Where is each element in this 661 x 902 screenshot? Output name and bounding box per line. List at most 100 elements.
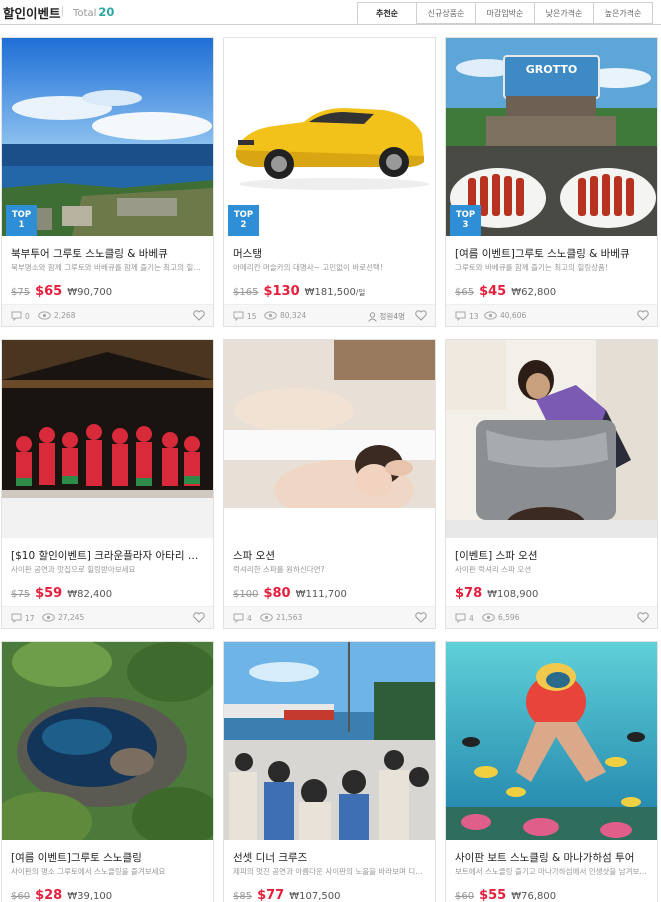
top-badge: TOP 2	[228, 205, 259, 236]
heart-icon[interactable]	[415, 612, 427, 623]
product-name[interactable]: 북부투어 그루토 스노클링 & 바베큐	[11, 246, 207, 261]
spa-photo	[224, 340, 435, 538]
product-card[interactable]: 사이판 보트 스노클링 & 마나가하섬 투어 보트에서 스노클링 즐기고 마나가…	[445, 641, 658, 902]
product-name[interactable]: 선셋 디너 크루즈	[233, 850, 429, 865]
heart-icon[interactable]	[193, 612, 205, 623]
product-name[interactable]: [$10 할인이벤트] 크라운플라자 아타리 디너쇼	[11, 548, 207, 563]
view-count: 80,324	[264, 311, 306, 320]
sale-price: $45	[479, 284, 507, 299]
product-desc: 제피의 멋진 공연과 아름다운 사이판의 노을을 바라보며 디너를	[233, 867, 429, 876]
sort-underline	[0, 24, 661, 25]
comment-icon	[11, 613, 22, 623]
krw-price: ₩82,400	[67, 589, 113, 600]
sort-tab-newest[interactable]: 신규상품순	[416, 2, 476, 24]
price-row: $60 $28 ₩39,100	[11, 888, 112, 902]
sort-tab-high-price[interactable]: 높은가격순	[593, 2, 653, 24]
comment-icon	[11, 311, 22, 321]
sale-price: $59	[35, 586, 63, 601]
product-card[interactable]: TOP 2 머스탱 아메리칸 머슬카의 대명사~ 고민없이 바로선택! $165 …	[223, 37, 436, 327]
sort-tab-low-price[interactable]: 낮은가격순	[534, 2, 594, 24]
badge-label: TOP	[11, 210, 32, 220]
price-row: $85 $77 ₩107,500	[233, 888, 340, 902]
product-card[interactable]: [여름 이벤트]그루토 스노클링 사이판의 명소 그루토에서 스노클링을 즐겨보…	[1, 641, 214, 902]
sale-price: $78	[455, 586, 483, 601]
product-card[interactable]: 스파 오션 럭셔리한 스파를 원하신다면? $100 $80 ₩111,700 …	[223, 339, 436, 629]
product-card[interactable]: TOP 1 북부투어 그루토 스노클링 & 바베큐 북부명소와 함께 그루토와 바…	[1, 37, 214, 327]
product-image[interactable]	[446, 642, 657, 840]
heart-icon[interactable]	[193, 310, 205, 321]
product-name[interactable]: [여름 이벤트]그루토 스노클링	[11, 850, 207, 865]
person-icon	[367, 311, 377, 322]
view-count-text: 27,245	[58, 613, 85, 622]
product-desc: 그루토와 바베큐를 함께 즐기는 최고의 힐링상품!	[455, 263, 608, 272]
comment-count-text: 15	[247, 311, 257, 321]
heart-icon[interactable]	[415, 310, 427, 321]
list-header: 할인이벤트 Total 20 추천순 신규상품순 마감임박순 낮은가격순 높은가격…	[0, 0, 661, 26]
card-footer: 13 40,606	[446, 304, 657, 326]
price-row: $165 $130 ₩181,500 /일	[233, 284, 365, 299]
comment-count: 13	[455, 311, 479, 321]
card-footer: 17 27,245	[2, 606, 213, 628]
product-name[interactable]: [이벤트] 스파 오션	[455, 548, 651, 563]
dinner-show-photo	[2, 340, 213, 538]
card-footer: 4 21,563	[224, 606, 435, 628]
sale-price: $55	[479, 888, 507, 902]
product-image[interactable]: GROTTO TOP 3	[446, 38, 657, 236]
comment-icon	[233, 613, 244, 623]
product-image[interactable]	[224, 642, 435, 840]
total-label: Total	[73, 8, 97, 19]
eye-icon	[42, 613, 55, 622]
badge-number: 2	[240, 220, 247, 230]
comment-icon	[455, 311, 466, 321]
product-name[interactable]: [여름 이벤트]그루토 스노클링 & 바베큐	[455, 246, 651, 261]
product-name[interactable]: 사이판 보트 스노클링 & 마나가하섬 투어	[455, 850, 651, 865]
snorkeling-photo	[446, 642, 657, 840]
product-image[interactable]	[446, 340, 657, 538]
eye-icon	[38, 311, 51, 320]
divider	[62, 6, 63, 17]
sort-tabs: 추천순 신규상품순 마감임박순 낮은가격순 높은가격순	[357, 2, 653, 24]
view-count: 6,596	[482, 613, 519, 622]
krw-price: ₩107,500	[289, 891, 341, 902]
product-card[interactable]: [$10 할인이벤트] 크라운플라자 아타리 디너쇼 사이판 공연과 맛집으로 …	[1, 339, 214, 629]
original-price: $165	[233, 287, 259, 298]
product-image[interactable]: TOP 2	[224, 38, 435, 236]
comment-count: 15	[233, 311, 257, 321]
capacity-text: 정원4명	[379, 312, 405, 321]
krw-price: ₩111,700	[295, 589, 347, 600]
comment-count: 4	[233, 613, 252, 623]
badge-number: 3	[462, 220, 469, 230]
sale-price: $130	[263, 284, 300, 299]
heart-icon[interactable]	[637, 310, 649, 321]
krw-price: ₩181,500	[304, 287, 356, 298]
original-price: $65	[455, 287, 475, 298]
sort-tab-closing-soon[interactable]: 마감임박순	[475, 2, 535, 24]
view-count-text: 40,606	[500, 311, 527, 320]
product-card[interactable]: GROTTO TOP 3 [여름 이벤트]그루토 스노클링 & 바베큐 그루토와 …	[445, 37, 658, 327]
product-name[interactable]: 스파 오션	[233, 548, 429, 563]
comment-count: 0	[11, 311, 30, 321]
krw-price: ₩108,900	[487, 589, 539, 600]
product-card[interactable]: [이벤트] 스파 오션 사이판 럭셔리 스파 오션 $78 ₩108,900 4…	[445, 339, 658, 629]
heart-icon[interactable]	[637, 612, 649, 623]
sort-tab-recommended[interactable]: 추천순	[357, 2, 417, 24]
product-image[interactable]: TOP 1	[2, 38, 213, 236]
comment-count: 4	[455, 613, 474, 623]
price-row: $78 ₩108,900	[455, 586, 538, 601]
view-count-text: 21,563	[276, 613, 303, 622]
price-row: $75 $59 ₩82,400	[11, 586, 112, 601]
sunset-cruise-photo	[224, 642, 435, 840]
comment-count-text: 4	[247, 613, 252, 623]
top-badge: TOP 3	[450, 205, 481, 236]
top-badge: TOP 1	[6, 205, 37, 236]
page-title: 할인이벤트	[3, 6, 61, 21]
product-name[interactable]: 머스탱	[233, 246, 429, 261]
product-image[interactable]	[2, 642, 213, 840]
product-image[interactable]	[2, 340, 213, 538]
krw-price: ₩76,800	[511, 891, 557, 902]
product-card[interactable]: 선셋 디너 크루즈 제피의 멋진 공연과 아름다운 사이판의 노을을 바라보며 …	[223, 641, 436, 902]
view-count: 2,268	[38, 311, 75, 320]
price-unit: /일	[355, 288, 366, 297]
view-count: 21,563	[260, 613, 302, 622]
product-image[interactable]	[224, 340, 435, 538]
